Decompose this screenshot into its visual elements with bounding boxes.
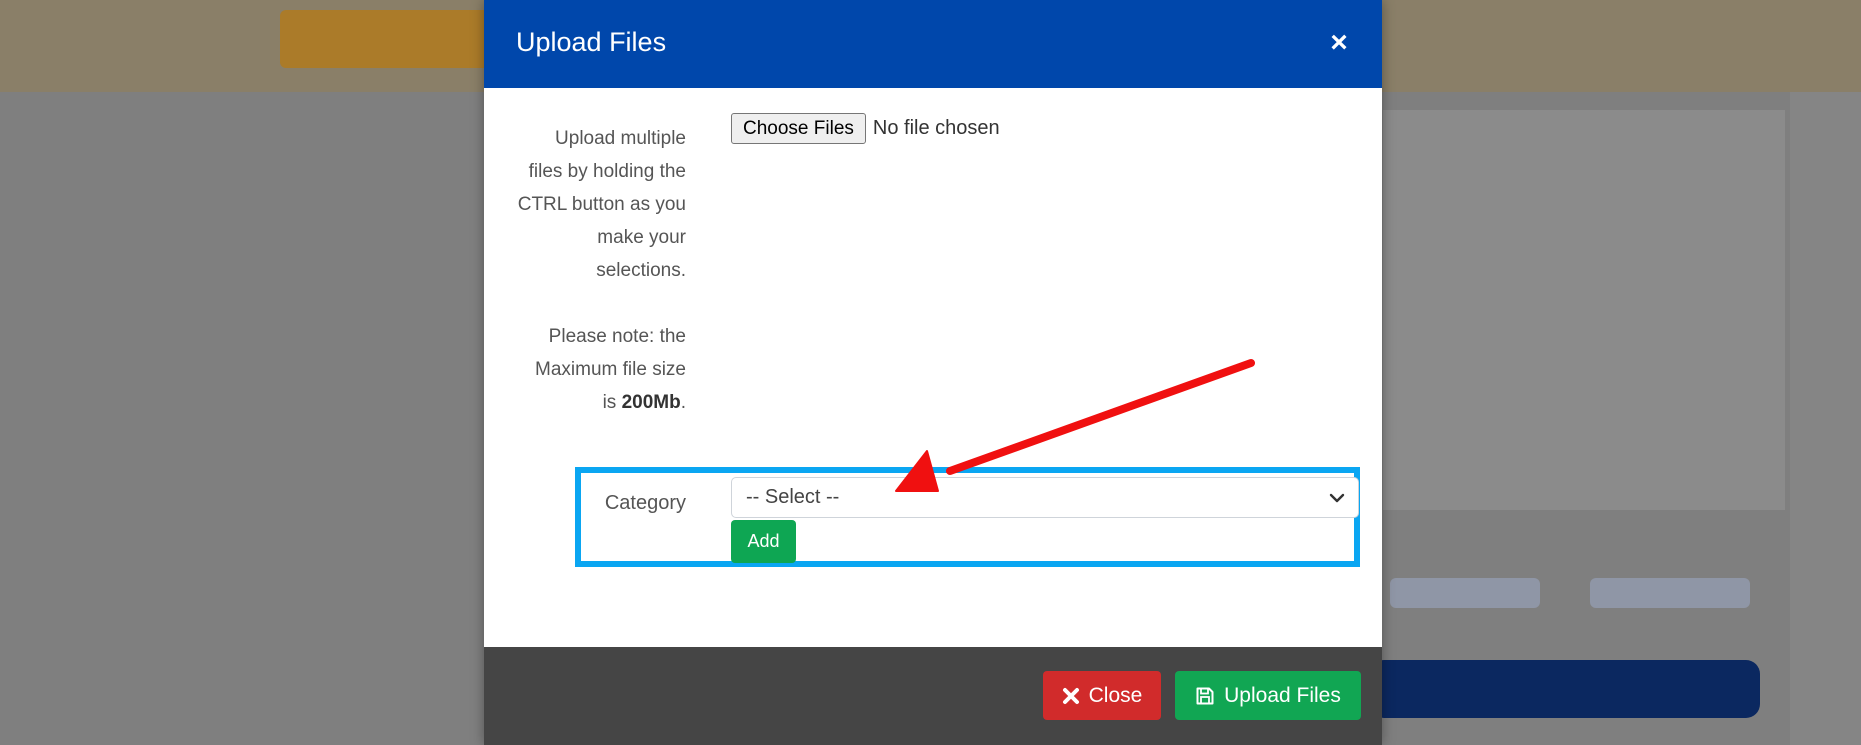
upload-help-text: Upload multiple files by holding the CTR…	[484, 122, 686, 419]
help-line: Upload multiple	[555, 128, 686, 149]
category-select[interactable]: -- Select --	[731, 477, 1359, 518]
close-button-label: Close	[1088, 683, 1143, 707]
help-line: selections.	[596, 260, 686, 281]
add-category-button[interactable]: Add	[731, 520, 796, 563]
note-prefix: is	[602, 392, 622, 413]
close-button[interactable]: Close	[1043, 671, 1161, 720]
max-file-size: 200Mb	[621, 392, 681, 413]
category-label: Category	[604, 492, 686, 514]
note-line: Please note: the	[548, 326, 686, 347]
upload-button-label: Upload Files	[1224, 683, 1341, 707]
note-line: Maximum file size	[535, 359, 686, 380]
modal-title: Upload Files	[516, 27, 667, 57]
upload-files-button[interactable]: Upload Files	[1175, 671, 1361, 720]
note-suffix: .	[680, 392, 686, 413]
background-strip	[1790, 92, 1861, 745]
help-line: files by holding the	[528, 161, 686, 182]
save-icon	[1195, 686, 1215, 706]
background-pill	[1390, 578, 1540, 608]
close-icon[interactable]: ×	[1322, 26, 1356, 60]
file-input: Choose Files No file chosen	[731, 112, 1000, 144]
file-status: No file chosen	[872, 116, 1000, 139]
modal-header: Upload Files ×	[484, 0, 1382, 88]
background-button	[280, 10, 510, 68]
background-pill	[1590, 578, 1750, 608]
background-blue-bar	[1370, 660, 1760, 718]
note-line: is 200Mb.	[484, 386, 686, 419]
choose-files-button[interactable]: Choose Files	[731, 112, 866, 144]
background-card	[1383, 110, 1785, 510]
help-line: CTRL button as you	[517, 194, 686, 215]
x-icon	[1062, 687, 1080, 705]
chevron-down-icon	[1329, 493, 1345, 503]
select-value: -- Select --	[746, 486, 840, 508]
upload-files-modal: Upload Files × Upload multiple files by …	[484, 0, 1382, 745]
help-line: make your	[597, 227, 686, 248]
modal-footer: Close Upload Files	[484, 647, 1382, 745]
